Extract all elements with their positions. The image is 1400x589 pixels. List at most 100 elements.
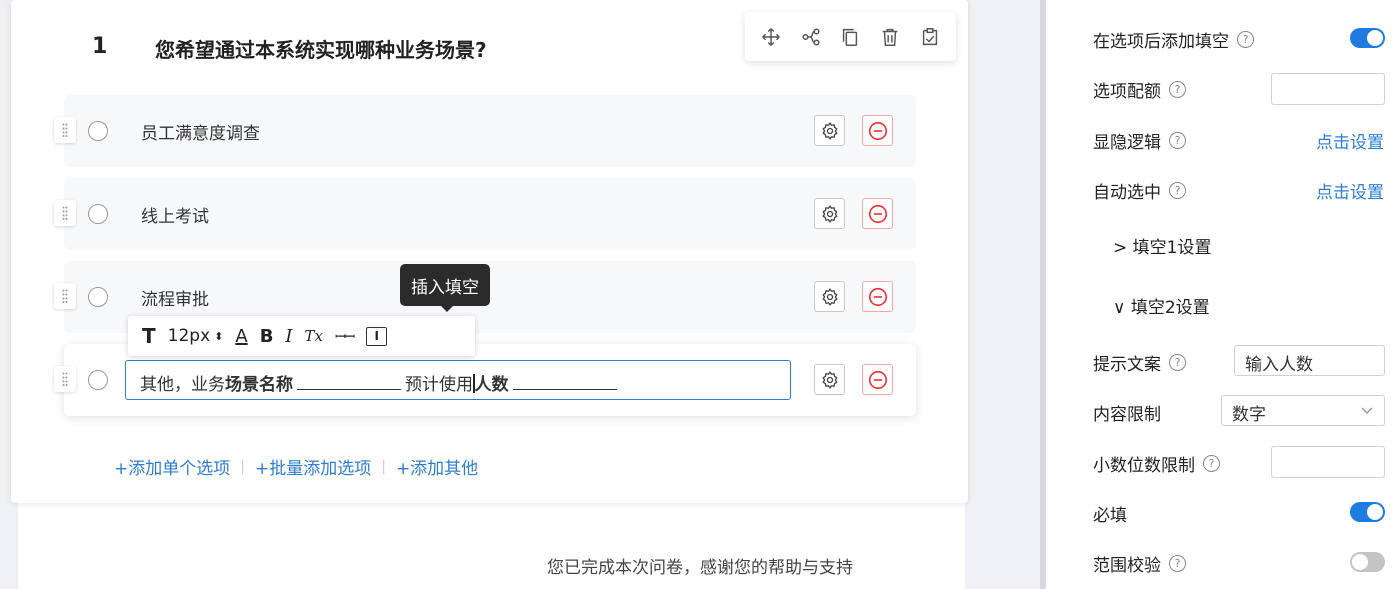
minus-circle-icon bbox=[868, 121, 887, 140]
content-limit-value: 数字 bbox=[1232, 405, 1266, 425]
blank1-settings-section[interactable]: > 填空1设置 bbox=[1113, 233, 1211, 258]
editor-text-mid: 预计使用 bbox=[405, 375, 473, 395]
blank2-settings-section[interactable]: ∨ 填空2设置 bbox=[1113, 293, 1210, 318]
add-other-link[interactable]: +添加其他 bbox=[396, 454, 478, 479]
option-delete-button[interactable] bbox=[862, 198, 893, 229]
option-label[interactable]: 员工满意度调查 bbox=[141, 119, 260, 144]
option-label[interactable]: 线上考试 bbox=[141, 202, 209, 227]
option-row[interactable]: 线上考试 bbox=[54, 178, 916, 250]
up-down-icon: ⬍ bbox=[214, 329, 224, 343]
toggle-knob bbox=[1367, 504, 1383, 520]
help-icon[interactable]: ? bbox=[1169, 354, 1186, 371]
insert-blank-glyph: I bbox=[366, 326, 388, 346]
setting-auto-select: 自动选中? bbox=[1093, 178, 1186, 203]
drag-handle-icon[interactable] bbox=[54, 283, 76, 309]
toggle-knob bbox=[1352, 554, 1368, 570]
option-quota-input[interactable] bbox=[1271, 73, 1385, 105]
question-toolbar bbox=[745, 12, 956, 61]
minus-circle-icon bbox=[868, 204, 887, 223]
question-number: 1 bbox=[92, 34, 108, 59]
editor-text-prefix: 其他，业务 bbox=[140, 375, 225, 395]
help-icon[interactable]: ? bbox=[1237, 31, 1254, 48]
range-check-toggle[interactable] bbox=[1350, 552, 1385, 572]
drag-handle-icon[interactable] bbox=[54, 117, 76, 143]
setting-hint-text: 提示文案? bbox=[1093, 350, 1186, 375]
font-size-select[interactable]: 12px ⬍ bbox=[162, 316, 230, 356]
option-row[interactable]: 员工满意度调查 bbox=[54, 95, 916, 167]
insert-blank-icon[interactable]: I bbox=[360, 316, 393, 356]
gear-icon bbox=[822, 287, 837, 306]
setting-required: 必填 bbox=[1093, 501, 1127, 526]
trash-icon[interactable] bbox=[877, 24, 903, 50]
gear-icon bbox=[822, 121, 837, 140]
italic-icon[interactable]: I bbox=[279, 316, 298, 356]
clear-format-icon[interactable]: Tx bbox=[299, 316, 329, 356]
save-icon[interactable] bbox=[917, 24, 943, 50]
editor-text-bold-2: 人数 bbox=[474, 375, 509, 395]
option-text-editor[interactable]: 其他，业务场景名称 预计使用人数 bbox=[125, 360, 791, 400]
question-card[interactable] bbox=[11, 0, 968, 503]
help-icon[interactable]: ? bbox=[1203, 455, 1220, 472]
option-settings-button[interactable] bbox=[814, 198, 845, 229]
setting-label: 小数位数限制 bbox=[1093, 456, 1195, 476]
add-blank-after-toggle[interactable] bbox=[1350, 28, 1385, 48]
option-delete-button[interactable] bbox=[862, 115, 893, 146]
add-single-option-link[interactable]: +添加单个选项 bbox=[114, 454, 230, 479]
option-settings-button[interactable] bbox=[814, 115, 845, 146]
option-delete-button[interactable] bbox=[862, 281, 893, 312]
setting-label: 提示文案 bbox=[1093, 355, 1161, 375]
setting-label: 选项配额 bbox=[1093, 82, 1161, 102]
help-icon[interactable]: ? bbox=[1169, 132, 1186, 149]
fill-blank-1[interactable] bbox=[297, 374, 401, 390]
drag-handle-icon[interactable] bbox=[54, 366, 76, 392]
setting-label: 在选项后添加填空 bbox=[1093, 32, 1229, 52]
chevron-down-icon bbox=[1361, 407, 1373, 414]
toggle-knob bbox=[1367, 30, 1383, 46]
bold-icon[interactable]: B bbox=[254, 316, 280, 356]
help-icon[interactable]: ? bbox=[1169, 555, 1186, 572]
text-style-icon[interactable]: T bbox=[136, 316, 162, 356]
divider: | bbox=[240, 458, 245, 475]
setting-add-blank-after: 在选项后添加填空? bbox=[1093, 27, 1254, 52]
gear-icon bbox=[822, 204, 837, 223]
setting-decimal-limit: 小数位数限制? bbox=[1093, 451, 1220, 476]
option-settings-button[interactable] bbox=[814, 281, 845, 312]
format-toolbar: T 12px ⬍ A B I Tx ꟷꟷ I bbox=[128, 316, 475, 356]
setting-label: 范围校验 bbox=[1093, 556, 1161, 576]
content-limit-select[interactable]: 数字 bbox=[1221, 395, 1385, 426]
hint-text-input[interactable]: 输入人数 bbox=[1234, 345, 1385, 376]
insert-blank-tooltip: 插入填空 bbox=[400, 264, 490, 312]
help-icon[interactable]: ? bbox=[1169, 182, 1186, 199]
divider: | bbox=[381, 458, 386, 475]
drag-handle-icon[interactable] bbox=[54, 200, 76, 226]
option-radio[interactable] bbox=[88, 121, 108, 141]
logic-icon[interactable] bbox=[798, 24, 824, 50]
visibility-logic-link[interactable]: 点击设置 bbox=[1316, 128, 1384, 153]
setting-label: 必填 bbox=[1093, 506, 1127, 526]
option-label[interactable]: 流程审批 bbox=[141, 285, 209, 310]
minus-circle-icon bbox=[868, 287, 887, 306]
font-size-value: 12px bbox=[167, 326, 211, 346]
option-settings-button[interactable] bbox=[814, 364, 845, 395]
option-radio[interactable] bbox=[88, 287, 108, 307]
setting-content-limit: 内容限制 bbox=[1093, 400, 1161, 425]
editor-text-bold-1: 场景名称 bbox=[225, 375, 293, 395]
underline-blank-icon[interactable]: ꟷꟷ bbox=[329, 316, 360, 356]
fill-blank-2[interactable] bbox=[512, 374, 617, 390]
option-radio[interactable] bbox=[88, 370, 108, 390]
move-icon[interactable] bbox=[758, 24, 784, 50]
batch-add-options-link[interactable]: +批量添加选项 bbox=[255, 454, 371, 479]
setting-label: 自动选中 bbox=[1093, 183, 1161, 203]
auto-select-link[interactable]: 点击设置 bbox=[1316, 178, 1384, 203]
setting-visibility-logic: 显隐逻辑? bbox=[1093, 128, 1186, 153]
option-delete-button[interactable] bbox=[862, 364, 893, 395]
copy-icon[interactable] bbox=[837, 24, 863, 50]
font-color-icon[interactable]: A bbox=[229, 316, 253, 356]
minus-circle-icon bbox=[868, 370, 887, 389]
required-toggle[interactable] bbox=[1350, 502, 1385, 522]
option-radio[interactable] bbox=[88, 204, 108, 224]
setting-range-check: 范围校验? bbox=[1093, 551, 1186, 576]
question-title[interactable]: 您希望通过本系统实现哪种业务场景? bbox=[155, 34, 487, 63]
help-icon[interactable]: ? bbox=[1169, 81, 1186, 98]
decimal-limit-input[interactable] bbox=[1271, 446, 1385, 478]
